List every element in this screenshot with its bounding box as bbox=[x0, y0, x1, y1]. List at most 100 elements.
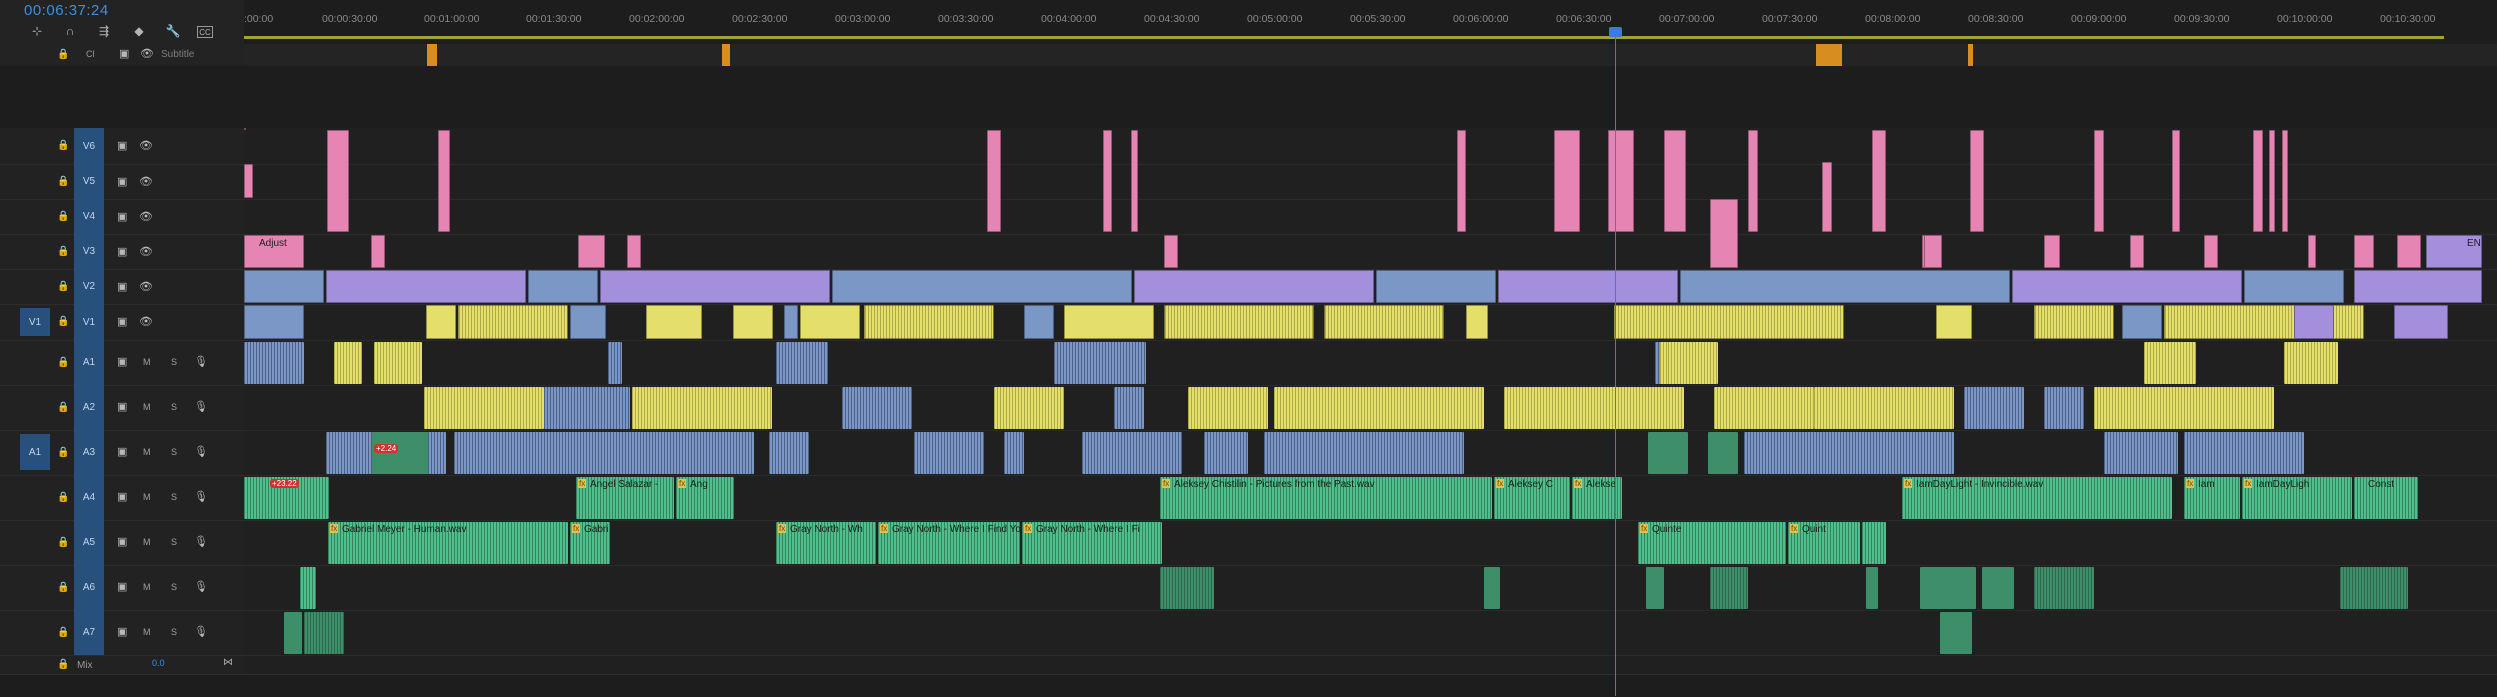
video-clip[interactable] bbox=[2172, 130, 2180, 232]
audio-clip[interactable] bbox=[1814, 387, 1954, 429]
track-target-a5[interactable]: A5 bbox=[74, 520, 104, 565]
video-clip[interactable] bbox=[1164, 235, 1178, 268]
audio-clip[interactable] bbox=[1940, 612, 1972, 654]
music-clip[interactable]: +23.22 bbox=[244, 477, 329, 519]
microphone-icon[interactable]: 🎙 bbox=[194, 400, 208, 413]
mute-button[interactable]: M bbox=[143, 447, 151, 457]
audio-clip[interactable] bbox=[424, 387, 544, 429]
eye-icon[interactable]: 👁 bbox=[139, 280, 153, 293]
subtitle-clip[interactable] bbox=[1816, 44, 1842, 66]
video-clip[interactable] bbox=[1324, 305, 1444, 339]
audio-clip[interactable] bbox=[608, 342, 622, 384]
video-clip[interactable] bbox=[327, 130, 349, 232]
eye-icon[interactable]: 👁 bbox=[139, 210, 153, 223]
audio-clip[interactable] bbox=[334, 342, 362, 384]
lock-icon[interactable]: 🔒 bbox=[57, 357, 69, 368]
audio-clip[interactable] bbox=[1160, 567, 1214, 609]
music-clip[interactable]: fx Quint bbox=[1788, 522, 1860, 564]
video-clip[interactable] bbox=[2204, 235, 2218, 268]
audio-clip[interactable] bbox=[1648, 432, 1688, 474]
video-clip[interactable] bbox=[784, 305, 798, 339]
video-clip[interactable] bbox=[1024, 305, 1054, 339]
audio-clip[interactable] bbox=[544, 387, 630, 429]
video-clip[interactable] bbox=[2253, 130, 2263, 232]
audio-clip[interactable] bbox=[1708, 432, 1738, 474]
nest-icon[interactable]: ⊹ bbox=[28, 22, 46, 40]
music-clip[interactable]: fx Gray North - Wh bbox=[776, 522, 876, 564]
sync-lock-icon[interactable]: ▣ bbox=[117, 400, 127, 413]
mute-button[interactable]: M bbox=[143, 492, 151, 502]
audio-clip[interactable] bbox=[1264, 432, 1464, 474]
source-patch-a1[interactable]: A1 bbox=[20, 434, 50, 470]
audio-clip[interactable] bbox=[1188, 387, 1268, 429]
video-clip[interactable] bbox=[2354, 235, 2374, 268]
solo-button[interactable]: S bbox=[171, 582, 177, 592]
video-clip[interactable] bbox=[1466, 305, 1488, 339]
lock-icon[interactable]: 🔒 bbox=[57, 176, 69, 187]
lock-icon[interactable]: 🔒 bbox=[57, 316, 69, 327]
music-clip[interactable]: fx Ang bbox=[676, 477, 734, 519]
audio-clip[interactable] bbox=[1866, 567, 1878, 609]
video-clip[interactable] bbox=[600, 270, 830, 303]
video-clip[interactable] bbox=[1710, 199, 1738, 268]
track-target-a4[interactable]: A4 bbox=[74, 475, 104, 520]
sync-lock-icon[interactable]: ▣ bbox=[117, 245, 127, 258]
video-clip[interactable] bbox=[1664, 130, 1686, 232]
solo-button[interactable]: S bbox=[171, 627, 177, 637]
linked-selection-icon[interactable]: ⇶ bbox=[95, 22, 113, 40]
video-clip[interactable] bbox=[2034, 305, 2114, 339]
audio-clip[interactable] bbox=[1660, 342, 1668, 384]
video-clip[interactable] bbox=[1131, 130, 1138, 232]
music-clip[interactable]: fx Angel Salazar - bbox=[576, 477, 674, 519]
time-ruler[interactable]: :00:00 00:00:30:00 00:01:00:00 00:01:30:… bbox=[244, 0, 2497, 44]
sync-lock-icon[interactable]: ▣ bbox=[117, 175, 127, 188]
video-clip[interactable] bbox=[1376, 270, 1496, 303]
audio-clip[interactable] bbox=[1082, 432, 1182, 474]
track-target-v3[interactable]: V3 bbox=[74, 234, 104, 269]
sync-lock-icon[interactable]: ▣ bbox=[117, 490, 127, 503]
music-clip[interactable]: fx IamDayLight - Invincible.wav bbox=[1902, 477, 2172, 519]
lock-icon[interactable]: 🔒 bbox=[57, 537, 69, 548]
video-clip[interactable] bbox=[864, 305, 994, 339]
audio-clip[interactable] bbox=[2184, 432, 2304, 474]
audio-clip[interactable] bbox=[842, 387, 912, 429]
lock-icon[interactable]: 🔒 bbox=[57, 402, 69, 413]
playhead-line[interactable] bbox=[1615, 30, 1616, 696]
work-area-bar[interactable] bbox=[244, 36, 2444, 39]
subtitle-clip[interactable] bbox=[427, 44, 437, 66]
audio-clip[interactable] bbox=[1982, 567, 2014, 609]
sync-lock-icon[interactable]: ▣ bbox=[117, 210, 127, 223]
video-clip[interactable] bbox=[2094, 130, 2104, 232]
video-clip[interactable] bbox=[1554, 130, 1580, 232]
video-clip[interactable] bbox=[326, 270, 526, 303]
playhead-timecode[interactable]: 00:06:37:24 bbox=[24, 2, 109, 19]
video-clip[interactable] bbox=[2394, 305, 2448, 339]
lock-icon[interactable]: 🔒 bbox=[57, 447, 69, 458]
video-clip[interactable] bbox=[2308, 235, 2316, 268]
music-clip[interactable]: fx Gray North - Where I Fi bbox=[1022, 522, 1162, 564]
eye-icon[interactable]: 👁 bbox=[139, 315, 153, 328]
microphone-icon[interactable]: 🎙 bbox=[194, 445, 208, 458]
video-clip[interactable] bbox=[2044, 235, 2060, 268]
sync-lock-icon[interactable]: ▣ bbox=[117, 315, 127, 328]
video-clip[interactable] bbox=[371, 235, 385, 268]
solo-button[interactable]: S bbox=[171, 402, 177, 412]
captions-icon[interactable]: CC bbox=[197, 26, 213, 38]
video-clip[interactable] bbox=[1822, 162, 1832, 232]
mute-button[interactable]: M bbox=[143, 537, 151, 547]
audio-clip[interactable] bbox=[2044, 387, 2084, 429]
audio-clip[interactable] bbox=[1710, 567, 1748, 609]
video-clip[interactable] bbox=[2282, 130, 2288, 232]
mute-button[interactable]: M bbox=[143, 357, 151, 367]
lock-icon[interactable]: 🔒 bbox=[57, 627, 69, 638]
target-icon[interactable]: ▣ bbox=[119, 47, 129, 60]
wrench-icon[interactable]: 🔧 bbox=[164, 22, 182, 40]
audio-clip[interactable] bbox=[244, 342, 304, 384]
video-clip[interactable] bbox=[800, 305, 860, 339]
timeline-tracks[interactable]: Adjust EN +2.24 +23.22 fx Angel Salazar … bbox=[244, 128, 2497, 679]
video-clip[interactable] bbox=[2244, 270, 2344, 303]
mute-button[interactable]: M bbox=[143, 402, 151, 412]
video-clip[interactable] bbox=[733, 305, 773, 339]
lock-icon[interactable]: 🔒 bbox=[57, 492, 69, 503]
audio-clip[interactable] bbox=[2144, 342, 2196, 384]
